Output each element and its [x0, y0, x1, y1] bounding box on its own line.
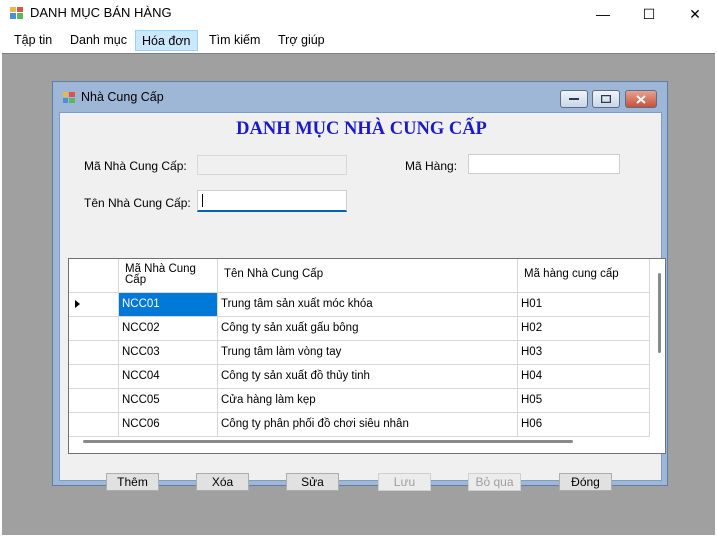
- child-close-button[interactable]: [625, 90, 657, 108]
- supplier-grid[interactable]: Mã Nhà Cung Cấp Tên Nhà Cung Cấp Mã hàng…: [68, 258, 666, 454]
- dong-button[interactable]: Đóng: [559, 473, 612, 491]
- label-ma-hang: Mã Hàng:: [405, 159, 458, 173]
- minimize-button[interactable]: —: [580, 0, 626, 28]
- app-icon: [10, 7, 23, 19]
- ma-hang-field[interactable]: [468, 154, 620, 174]
- minimize-icon: [569, 98, 579, 100]
- window-title: DANH MỤC BÁN HÀNG: [30, 5, 172, 20]
- grid-cell[interactable]: Trung tâm làm vòng tay: [218, 341, 518, 365]
- menu-hoa-don[interactable]: Hóa đơn: [135, 30, 198, 51]
- child-window-icon: [63, 92, 75, 103]
- form-client-area: DANH MỤC NHÀ CUNG CẤP Mã Nhà Cung Cấp: M…: [59, 112, 666, 491]
- grid-cell[interactable]: Công ty phân phối đồ chơi siêu nhân: [218, 413, 518, 437]
- ten-ncc-field[interactable]: [197, 190, 347, 212]
- child-window: Nhà Cung Cấp DANH MỤC NHÀ CUNG CẤP Mã Nh…: [52, 81, 668, 491]
- column-header-ma-hang[interactable]: Mã hàng cung cấp: [518, 259, 650, 293]
- grid-cell[interactable]: NCC06: [119, 413, 218, 437]
- ma-ncc-field[interactable]: [197, 155, 347, 175]
- column-header-ten-ncc-label: Tên Nhà Cung Cấp: [224, 268, 324, 280]
- row-header[interactable]: [69, 293, 119, 317]
- menu-tap-tin[interactable]: Tập tin: [8, 30, 58, 51]
- menu-danh-muc[interactable]: Danh mục: [64, 30, 133, 51]
- grid-cell[interactable]: H02: [518, 317, 650, 341]
- grid-cell[interactable]: Công ty sản xuất đồ thủy tinh: [218, 365, 518, 389]
- text-caret: [202, 194, 203, 207]
- minimize-icon: —: [596, 6, 610, 22]
- close-icon: [636, 94, 646, 104]
- column-header-ma-ncc[interactable]: Mã Nhà Cung Cấp: [119, 259, 218, 293]
- grid-cell[interactable]: NCC01: [119, 293, 218, 317]
- maximize-button[interactable]: ☐: [626, 0, 672, 28]
- grid-cell[interactable]: Trung tâm sản xuất móc khóa: [218, 293, 518, 317]
- title-bar: DANH MỤC BÁN HÀNG — ☐ ✕: [0, 0, 717, 28]
- sua-button[interactable]: Sửa: [286, 473, 339, 491]
- grid-cell[interactable]: Công ty sản xuất gấu bông: [218, 317, 518, 341]
- menu-tro-giup[interactable]: Trợ giúp: [272, 30, 331, 51]
- close-icon: ✕: [689, 5, 701, 22]
- them-button[interactable]: Thêm: [106, 473, 159, 491]
- form-heading: DANH MỤC NHÀ CUNG CẤP: [236, 119, 487, 139]
- grid-cell[interactable]: NCC02: [119, 317, 218, 341]
- grid-cell[interactable]: H03: [518, 341, 650, 365]
- grid-body: Mã Nhà Cung Cấp Tên Nhà Cung Cấp Mã hàng…: [69, 259, 665, 453]
- child-minimize-button[interactable]: [560, 90, 588, 108]
- row-header[interactable]: [69, 341, 119, 365]
- menu-bar: Tập tin Danh mục Hóa đơn Tìm kiếm Trợ gi…: [0, 28, 717, 52]
- close-button[interactable]: ✕: [672, 0, 717, 28]
- grid-cell[interactable]: H06: [518, 413, 650, 437]
- grid-cell[interactable]: NCC05: [119, 389, 218, 413]
- row-header[interactable]: [69, 317, 119, 341]
- grid-cell[interactable]: H01: [518, 293, 650, 317]
- menu-tim-kiem[interactable]: Tìm kiếm: [203, 30, 266, 51]
- xoa-button[interactable]: Xóa: [196, 473, 249, 491]
- grid-cell[interactable]: Cửa hàng làm kẹp: [218, 389, 518, 413]
- child-maximize-button[interactable]: [592, 90, 620, 108]
- row-header[interactable]: [69, 389, 119, 413]
- row-header[interactable]: [69, 413, 119, 437]
- label-ma-ncc: Mã Nhà Cung Cấp:: [84, 159, 187, 173]
- current-row-arrow-icon: [75, 300, 80, 308]
- grid-cell[interactable]: H05: [518, 389, 650, 413]
- bo-qua-button[interactable]: Bỏ qua: [468, 473, 521, 491]
- maximize-icon: [601, 95, 611, 103]
- vertical-scrollbar[interactable]: [656, 267, 664, 417]
- grid-corner-header: [69, 259, 119, 293]
- row-header[interactable]: [69, 365, 119, 389]
- child-window-title: Nhà Cung Cấp: [81, 90, 164, 104]
- column-header-ma-hang-label: Mã hàng cung cấp: [524, 268, 619, 280]
- column-header-ten-ncc[interactable]: Tên Nhà Cung Cấp: [218, 259, 518, 293]
- label-ten-ncc: Tên Nhà Cung Cấp:: [84, 196, 191, 210]
- luu-button[interactable]: Lưu: [378, 473, 431, 491]
- maximize-icon: ☐: [642, 5, 656, 22]
- horizontal-scroll-thumb[interactable]: [83, 440, 573, 443]
- grid-cell[interactable]: H04: [518, 365, 650, 389]
- vertical-scroll-thumb[interactable]: [658, 273, 661, 353]
- grid-cell[interactable]: NCC04: [119, 365, 218, 389]
- grid-cell[interactable]: NCC03: [119, 341, 218, 365]
